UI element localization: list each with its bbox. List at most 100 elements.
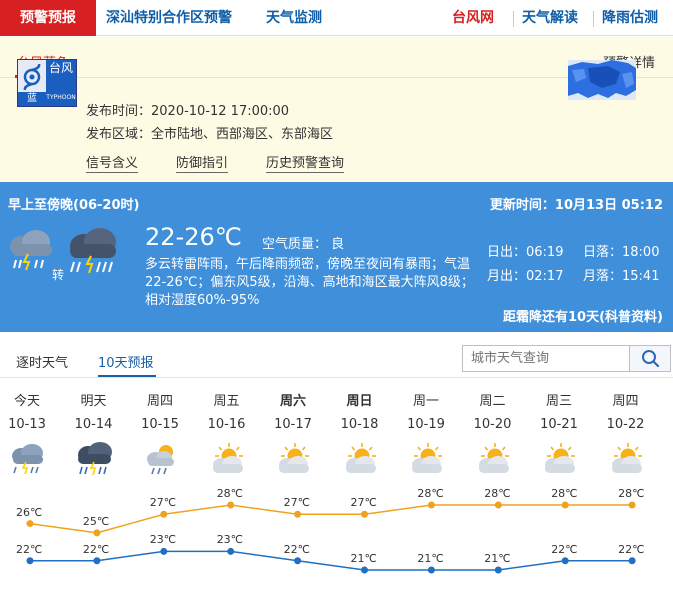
forecast-day-name: 周二 xyxy=(479,394,506,409)
nav-divider xyxy=(513,11,514,27)
low-temp-label: 23℃ xyxy=(149,533,177,547)
high-temp-label: 27℃ xyxy=(350,496,377,510)
high-temp-point xyxy=(160,510,168,518)
weather-panel: 早上至傍晚(06-20时) 更新时间：10月13日 05:12 转 22-26℃… xyxy=(0,182,673,332)
high-temp-label: 28℃ xyxy=(551,487,578,500)
forecast-day-name: 周五 xyxy=(213,394,240,409)
weather-description: 多云转雷阵雨，午后降雨频密，傍晚至夜间有暴雨；气温22-26℃；偏东风5级，沿海… xyxy=(145,257,474,308)
nav-item-shenshan-warning[interactable]: 深汕特别合作区预警 xyxy=(106,0,232,36)
high-temp-point xyxy=(26,520,34,528)
nav-item-typhoon-net[interactable]: 台风网 xyxy=(452,0,494,36)
high-temp-label: 25℃ xyxy=(82,514,110,528)
history-warning-link[interactable]: 历史预警查询 xyxy=(266,152,345,173)
city-weather-search-input[interactable] xyxy=(462,345,629,372)
nav-tab-warning-forecast[interactable]: 预警预报 xyxy=(0,0,96,36)
low-temp-label: 22℃ xyxy=(283,542,310,556)
moonset-time: 月落：15:41 xyxy=(583,269,660,284)
search-icon xyxy=(642,350,660,368)
high-temp-point xyxy=(628,501,636,509)
low-temp-label: 23℃ xyxy=(216,533,244,547)
low-temp-point xyxy=(494,566,502,574)
badge-cn-text: 台风 xyxy=(49,61,74,75)
partly-cloudy-icon xyxy=(539,441,579,477)
forecast-day-name: 明天 xyxy=(80,394,107,409)
forecast-day-column: 今天 10-13 xyxy=(0,390,57,477)
partly-cloudy-icon xyxy=(273,441,313,477)
partly-cloudy-icon xyxy=(606,441,646,477)
low-temp-label: 21℃ xyxy=(417,552,444,565)
forecast-day-date: 10-21 xyxy=(540,417,578,432)
low-temp-label: 22℃ xyxy=(618,542,645,556)
forecast-day-name: 周一 xyxy=(412,394,439,409)
low-temp-point xyxy=(561,557,569,565)
low-temp-point xyxy=(26,557,34,565)
low-temp-point xyxy=(160,547,168,555)
high-temp-label: 28℃ xyxy=(417,487,444,500)
defense-guide-link[interactable]: 防御指引 xyxy=(176,152,229,173)
forecast-day-column: 周四 10-15 xyxy=(130,390,190,477)
forecast-day-column: 周五 10-16 xyxy=(197,390,257,477)
high-temp-point xyxy=(561,501,569,509)
forecast-day-column: 周二 10-20 xyxy=(463,390,523,477)
low-temp-label: 22℃ xyxy=(82,542,110,556)
high-temp-point xyxy=(294,510,302,518)
signal-meaning-link[interactable]: 信号含义 xyxy=(86,152,139,173)
forecast-day-column: 周四 10-22 xyxy=(596,390,656,477)
partly-cloudy-icon xyxy=(207,441,247,477)
air-quality: 空气质量： 良 xyxy=(262,237,345,252)
warning-area-map-thumbnail[interactable] xyxy=(568,60,636,100)
forecast-day-date: 10-22 xyxy=(606,417,645,432)
forecast-day-date: 10-20 xyxy=(473,417,512,432)
forecast-day-column: 周三 10-21 xyxy=(529,390,589,477)
heavy-thunder-rain-icon xyxy=(70,228,116,274)
forecast-day-date: 10-17 xyxy=(274,417,312,432)
search-button[interactable] xyxy=(629,345,671,372)
forecast-day-column: 周六 10-17 xyxy=(263,390,323,477)
low-temp-point xyxy=(628,557,636,565)
temperature-range: 22-26℃ xyxy=(145,223,242,251)
sunset-time: 日落：18:00 xyxy=(583,245,660,260)
badge-left-panel: 蓝 xyxy=(18,60,46,106)
low-temp-point xyxy=(227,547,235,555)
low-temp-label: 22℃ xyxy=(551,542,578,556)
forecast-day-date: 10-14 xyxy=(74,417,113,432)
publish-time: 发布时间：2020-10-12 17:00:00 xyxy=(86,104,290,119)
low-temp-point xyxy=(93,557,101,565)
high-temp-point xyxy=(93,529,101,537)
forecast-day-name: 周六 xyxy=(279,394,306,409)
nav-item-weather-monitor[interactable]: 天气监测 xyxy=(266,0,322,36)
cloudy-shower-icon xyxy=(140,441,180,477)
high-temp-label: 27℃ xyxy=(283,496,310,510)
typhoon-blue-badge: 蓝 台风 TYPHOON xyxy=(17,59,77,107)
tab-divider xyxy=(0,377,673,378)
partly-cloudy-icon xyxy=(340,441,380,477)
low-temp-label: 21℃ xyxy=(350,552,377,565)
high-temp-point xyxy=(227,501,235,509)
low-temp-label: 21℃ xyxy=(484,552,511,565)
low-temp-label: 22℃ xyxy=(16,542,43,556)
solar-term-countdown-link[interactable]: 距霜降还有10天(科普资料) xyxy=(503,306,663,325)
high-temp-label: 28℃ xyxy=(618,487,645,500)
tab-10-day-forecast[interactable]: 10天预报 xyxy=(98,352,154,371)
forecast-day-date: 10-15 xyxy=(141,417,179,432)
forecast-day-name: 今天 xyxy=(13,394,40,409)
high-temp-point xyxy=(494,501,502,509)
update-time: 更新时间：10月13日 05:12 xyxy=(489,198,663,213)
partly-cloudy-icon xyxy=(473,441,513,477)
forecast-day-date: 10-18 xyxy=(340,417,379,432)
forecast-day-name: 周三 xyxy=(545,394,572,409)
badge-color-label: 蓝 xyxy=(18,92,46,106)
forecast-day-column: 明天 10-14 xyxy=(64,390,124,477)
nav-item-weather-interpretation[interactable]: 天气解读 xyxy=(522,0,578,36)
nav-divider xyxy=(593,11,594,27)
tab-hourly-weather[interactable]: 逐时天气 xyxy=(16,352,68,371)
forecast-day-column: 周日 10-18 xyxy=(330,390,390,477)
high-temp-label: 28℃ xyxy=(216,487,244,500)
forecast-day-name: 周日 xyxy=(346,394,373,409)
forecast-day-date: 10-19 xyxy=(407,417,445,432)
moonrise-time: 月出：02:17 xyxy=(487,269,564,284)
nav-item-rain-estimate[interactable]: 降雨估测 xyxy=(602,0,658,36)
typhoon-spiral-icon xyxy=(23,64,41,90)
badge-en-text: TYPHOON xyxy=(46,94,76,101)
weather-transition-label: 转 xyxy=(52,268,65,282)
